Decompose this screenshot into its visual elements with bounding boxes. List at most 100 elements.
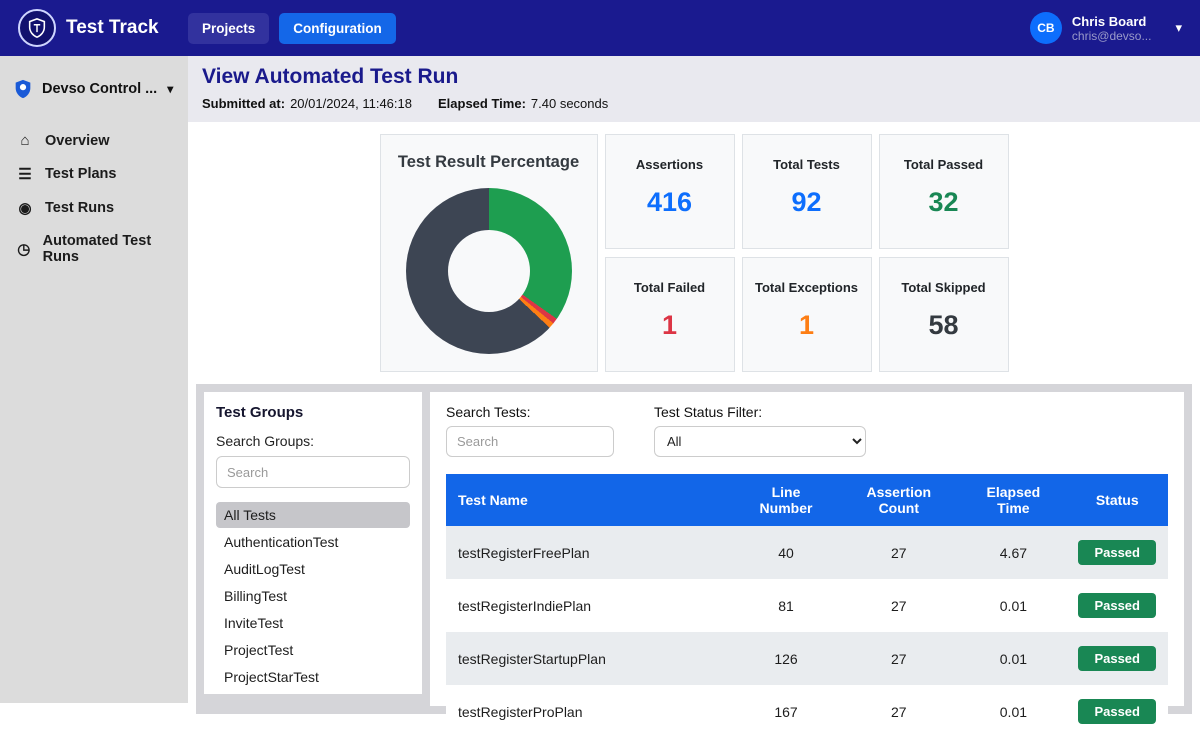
results-panel: Test Groups Search Groups: All Tests Aut…	[196, 384, 1192, 714]
stat-value: 1	[743, 310, 871, 341]
cell-status: Passed	[1066, 526, 1168, 579]
user-name: Chris Board	[1072, 14, 1152, 29]
chart-title: Test Result Percentage	[398, 153, 579, 172]
group-list: All Tests AuthenticationTest AuditLogTes…	[216, 502, 410, 690]
chart-card: Test Result Percentage	[380, 134, 598, 372]
devso-logo-icon	[12, 78, 34, 100]
test-groups-card: Test Groups Search Groups: All Tests Aut…	[204, 392, 422, 694]
top-navbar: Test Track Projects Configuration CB Chr…	[0, 0, 1200, 56]
cell-assertion-count: 27	[837, 632, 960, 685]
group-item[interactable]: BillingTest	[216, 583, 410, 609]
stat-value: 32	[880, 187, 1008, 218]
submitted-at: Submitted at: 20/01/2024, 11:46:18	[202, 96, 412, 111]
stat-label: Total Passed	[880, 157, 1008, 172]
sidebar-item-label: Automated Test Runs	[43, 233, 172, 265]
cell-elapsed-time: 0.01	[960, 685, 1066, 738]
header-assertion-count: Assertion Count	[837, 474, 960, 526]
test-track-logo-icon	[18, 9, 56, 47]
stat-card: Total Passed 32	[879, 134, 1009, 249]
home-icon: ⌂	[16, 132, 34, 149]
submitted-value: 20/01/2024, 11:46:18	[290, 96, 412, 111]
cell-line-number: 167	[735, 685, 837, 738]
table-row[interactable]: testRegisterIndiePlan 81 27 0.01 Passed	[446, 579, 1168, 632]
table-row[interactable]: testRegisterStartupPlan 126 27 0.01 Pass…	[446, 632, 1168, 685]
search-tests-input[interactable]	[446, 426, 614, 457]
brand: Test Track	[18, 9, 178, 47]
sidebar-item-test-plans[interactable]: ☰ Test Plans	[0, 157, 188, 191]
cell-elapsed-time: 0.01	[960, 579, 1066, 632]
project-selector[interactable]: Devso Control ... ▾	[0, 56, 188, 116]
user-text: Chris Board chris@devso...	[1072, 14, 1152, 43]
test-groups-title: Test Groups	[216, 404, 410, 421]
cell-test-name: testRegisterIndiePlan	[446, 579, 735, 632]
chevron-down-icon: ▾	[167, 82, 173, 96]
header-test-name: Test Name	[446, 474, 735, 526]
projects-button[interactable]: Projects	[188, 13, 269, 44]
group-item[interactable]: ProjectStarTest	[216, 664, 410, 690]
table-row[interactable]: testRegisterProPlan 167 27 0.01 Passed	[446, 685, 1168, 738]
sidebar-item-test-runs[interactable]: ◉ Test Runs	[0, 191, 188, 225]
sidebar-item-label: Overview	[45, 133, 110, 149]
elapsed-time: Elapsed Time:7.40 seconds	[438, 96, 608, 111]
header-status: Status	[1066, 474, 1168, 526]
primary-nav: Projects Configuration	[188, 13, 396, 44]
page-header: View Automated Test Run Submitted at: 20/…	[188, 56, 1200, 122]
clock-icon: ◷	[16, 240, 32, 258]
group-item[interactable]: AuditLogTest	[216, 556, 410, 582]
avatar: CB	[1030, 12, 1062, 44]
brand-title: Test Track	[66, 17, 159, 39]
group-item[interactable]: ProjectTest	[216, 637, 410, 663]
run-meta: Submitted at: 20/01/2024, 11:46:18 Elapse…	[202, 96, 1186, 111]
stat-value: 1	[606, 310, 734, 341]
cell-assertion-count: 27	[837, 526, 960, 579]
stat-card: Total Tests 92	[742, 134, 872, 249]
cell-elapsed-time: 4.67	[960, 526, 1066, 579]
tests-table-header: Test Name Line Number Assertion Count El…	[446, 474, 1168, 526]
sidebar-nav: ⌂ Overview ☰ Test Plans ◉ Test Runs ◷ Au…	[0, 124, 188, 273]
status-badge: Passed	[1078, 646, 1156, 671]
user-menu[interactable]: CB Chris Board chris@devso... ▾	[1030, 12, 1182, 44]
user-email: chris@devso...	[1072, 29, 1152, 43]
elapsed-label: Elapsed Time:	[438, 96, 526, 111]
sidebar-item-overview[interactable]: ⌂ Overview	[0, 124, 188, 157]
stat-label: Total Skipped	[880, 280, 1008, 295]
table-row[interactable]: testRegisterFreePlan 40 27 4.67 Passed	[446, 526, 1168, 579]
search-tests-label: Search Tests:	[446, 404, 614, 420]
tests-controls: Search Tests: Test Status Filter: All	[446, 404, 1168, 457]
configuration-button[interactable]: Configuration	[279, 13, 395, 44]
stat-card: Total Failed 1	[605, 257, 735, 372]
stat-value: 58	[880, 310, 1008, 341]
search-tests-control: Search Tests:	[446, 404, 614, 457]
donut-chart	[406, 188, 572, 354]
sidebar-item-label: Test Plans	[45, 166, 116, 182]
stat-card: Total Skipped 58	[879, 257, 1009, 372]
cell-status: Passed	[1066, 579, 1168, 632]
chevron-down-icon: ▾	[1175, 20, 1182, 36]
search-groups-input[interactable]	[216, 456, 410, 488]
header-elapsed-time: Elapsed Time	[960, 474, 1066, 526]
stat-value: 92	[743, 187, 871, 218]
target-icon: ◉	[16, 199, 34, 217]
group-item[interactable]: InviteTest	[216, 610, 410, 636]
project-name: Devso Control ...	[42, 81, 157, 97]
stats-grid: Assertions 416 Total Tests 92 Total Pass…	[605, 134, 1009, 372]
search-groups-label: Search Groups:	[216, 433, 410, 449]
group-item[interactable]: AuthenticationTest	[216, 529, 410, 555]
group-item-all-tests[interactable]: All Tests	[216, 502, 410, 528]
cell-test-name: testRegisterFreePlan	[446, 526, 735, 579]
status-filter-select[interactable]: All	[654, 426, 866, 457]
cell-elapsed-time: 0.01	[960, 632, 1066, 685]
stat-label: Total Failed	[606, 280, 734, 295]
list-icon: ☰	[16, 165, 34, 183]
sidebar-item-automated-test-runs[interactable]: ◷ Automated Test Runs	[0, 225, 188, 273]
stat-label: Total Tests	[743, 157, 871, 172]
cell-status: Passed	[1066, 685, 1168, 738]
header-line-number: Line Number	[735, 474, 837, 526]
cell-assertion-count: 27	[837, 685, 960, 738]
cell-test-name: testRegisterProPlan	[446, 685, 735, 738]
stat-card: Total Exceptions 1	[742, 257, 872, 372]
cell-line-number: 40	[735, 526, 837, 579]
page-title: View Automated Test Run	[202, 65, 1186, 89]
submitted-label: Submitted at:	[202, 96, 285, 111]
stat-label: Total Exceptions	[743, 280, 871, 295]
